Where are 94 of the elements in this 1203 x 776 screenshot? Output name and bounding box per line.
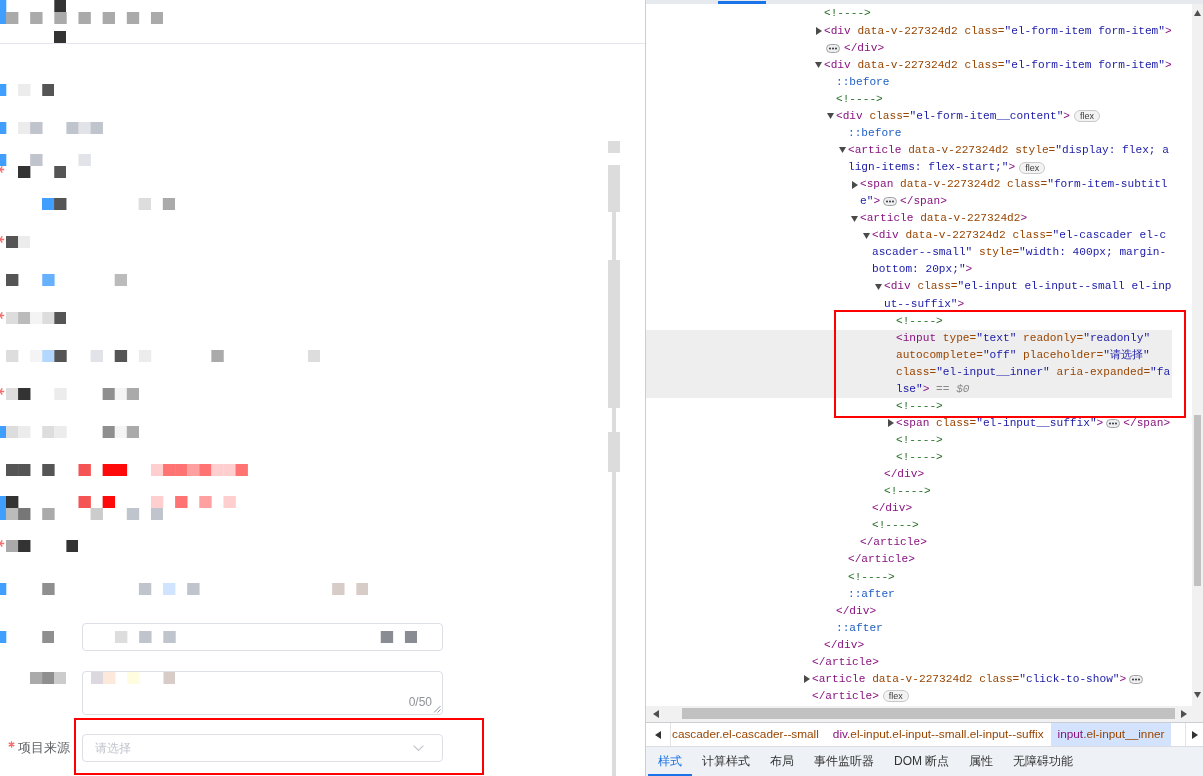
selected-node-highlight[interactable]: <input type="text" readonly="readonly" autocomplete="off" placeholder="请选择" class="el-input__inner" aria-expanded="fa lse"> == $0 (646, 329, 1172, 398)
breadcrumb-item[interactable]: div.el-input.el-input--small.el-input--suffix (825, 723, 1051, 746)
code-text: </div> (824, 637, 865, 653)
character-counter: 0/50 (408, 695, 432, 709)
code-text: autocomplete="off" placeholder="请选择" (896, 347, 1150, 363)
scrollbar-thumb[interactable] (682, 708, 1175, 720)
code-text: <article data-v-227324d2> (860, 211, 1028, 227)
code-text: <div class="el-input el-input--small el-inp (884, 279, 1172, 295)
scrollbar-thumb[interactable] (1193, 415, 1202, 586)
code-text: ::after (848, 586, 895, 602)
panel-tab[interactable]: 布局 (760, 747, 804, 776)
pixelated-text-drawing (6, 312, 67, 324)
select-field[interactable]: 请选择 (82, 733, 443, 763)
triangle-down-icon[interactable] (863, 232, 870, 239)
code-text: </div> (872, 501, 913, 517)
triangle-left-icon[interactable] (653, 709, 659, 718)
triangle-down-icon[interactable] (839, 147, 846, 154)
code-text: ::before (836, 74, 890, 90)
code-text: </article> (812, 689, 879, 704)
ellipsis-icon[interactable] (1129, 674, 1144, 684)
code-text: <article data-v-227324d2 style="display: flex; a (848, 143, 1169, 158)
ellipsis-icon[interactable] (826, 43, 840, 53)
flex-badge[interactable]: flex (1074, 110, 1101, 123)
triangle-down-icon[interactable] (851, 215, 858, 222)
triangle-down-icon[interactable] (875, 284, 882, 290)
code-text: </div> (884, 467, 925, 483)
code-text: lse"> == $0 (896, 381, 970, 397)
pixelated-text-drawing (0, 631, 55, 643)
code-text: </article> (812, 654, 879, 670)
scrollbar[interactable] (608, 140, 620, 776)
code-text: e"> (860, 194, 881, 210)
code-text: ::before (848, 125, 902, 141)
pixelated-text-drawing (6, 236, 31, 248)
code-text: </div> (836, 603, 877, 619)
code-text: <!----> (896, 398, 943, 414)
triangle-right-icon[interactable] (804, 675, 810, 684)
code-text: <!----> (884, 484, 931, 500)
triangle-left-icon[interactable] (655, 730, 661, 739)
breadcrumb-item[interactable]: input.el-input__inner (1050, 723, 1172, 746)
triangle-down-icon[interactable] (827, 113, 834, 120)
code-text: <div data-v-227324d2 class="el-cascader el-c (872, 228, 1167, 244)
code-text: </article> (860, 535, 927, 551)
triangle-down-icon[interactable] (815, 62, 822, 69)
code-text: </div> (844, 40, 885, 56)
flex-badge[interactable]: flex (882, 690, 909, 703)
triangle-right-icon[interactable] (1181, 709, 1187, 718)
code-text: <!----> (896, 433, 943, 449)
pixelated-text-drawing (30, 672, 67, 684)
pixelated-text-drawing (54, 31, 67, 43)
code-text: <span data-v-227324d2 class="form-item-subtitl (860, 177, 1168, 193)
code-text: </span> (900, 194, 947, 210)
triangle-right-icon[interactable] (888, 419, 894, 428)
field-label: 项目来源 (18, 739, 70, 758)
panel-tab[interactable]: 事件监听器 (804, 747, 884, 776)
code-text: <div class="el-form-item__content"> (836, 108, 1071, 124)
code-text: <!----> (836, 91, 883, 107)
panel-tab[interactable]: 计算样式 (692, 747, 760, 776)
code-text: <article data-v-227324d2 class="click-to-show"> (812, 671, 1127, 687)
code-text: ascader--small" style="width: 400px; margin- (872, 245, 1167, 261)
horizontal-scrollbar[interactable] (646, 705, 1203, 722)
code-text: ut--suffix"> (884, 296, 965, 312)
code-text: <!----> (896, 313, 943, 329)
panel-tab[interactable]: 属性 (959, 747, 1004, 776)
code-text: ::after (836, 620, 883, 636)
code-text: class="el-input__inner" aria-expanded="fa (896, 364, 1171, 380)
code-text: <div data-v-227324d2 class="el-form-item form-item"> (824, 57, 1172, 73)
triangle-up-icon[interactable] (1194, 10, 1201, 16)
triangle-down-icon[interactable] (1194, 692, 1201, 698)
vertical-scrollbar[interactable] (1192, 4, 1203, 706)
code-text: bottom: 20px;"> (872, 262, 973, 278)
code-text: <!----> (872, 518, 919, 534)
triangle-right-icon[interactable] (816, 27, 822, 36)
breadcrumb-item[interactable]: cascader.el-cascader--small (671, 723, 826, 746)
code-text: <div data-v-227324d2 class="el-form-item form-item"> (824, 23, 1172, 39)
code-text: </article> (848, 552, 915, 568)
triangle-right-icon[interactable] (852, 180, 858, 189)
resize-handle-icon[interactable] (432, 704, 441, 713)
code-text: <!----> (848, 569, 895, 585)
panel-tab[interactable]: 无障碍功能 (1003, 747, 1084, 776)
code-text: <!----> (824, 6, 871, 22)
input-field[interactable] (82, 623, 443, 651)
panel-tab[interactable]: DOM 断点 (884, 747, 960, 776)
ellipsis-icon[interactable] (883, 197, 898, 207)
active-tab-indicator (718, 1, 766, 4)
code-text: <!----> (896, 450, 943, 466)
pixelated-text-drawing (0, 84, 55, 96)
ellipsis-icon[interactable] (1106, 419, 1121, 428)
code-text: lign-items: flex-start;"> (848, 160, 1016, 176)
code-text: </span> (1123, 416, 1171, 431)
code-text: <span class="el-input__suffix"> (896, 416, 1104, 431)
panel-tab[interactable]: 样式 (648, 747, 692, 776)
triangle-right-icon[interactable] (1191, 730, 1198, 739)
code-text: <input type="text" readonly="readonly" (896, 330, 1151, 346)
flex-badge[interactable]: flex (1019, 161, 1046, 174)
